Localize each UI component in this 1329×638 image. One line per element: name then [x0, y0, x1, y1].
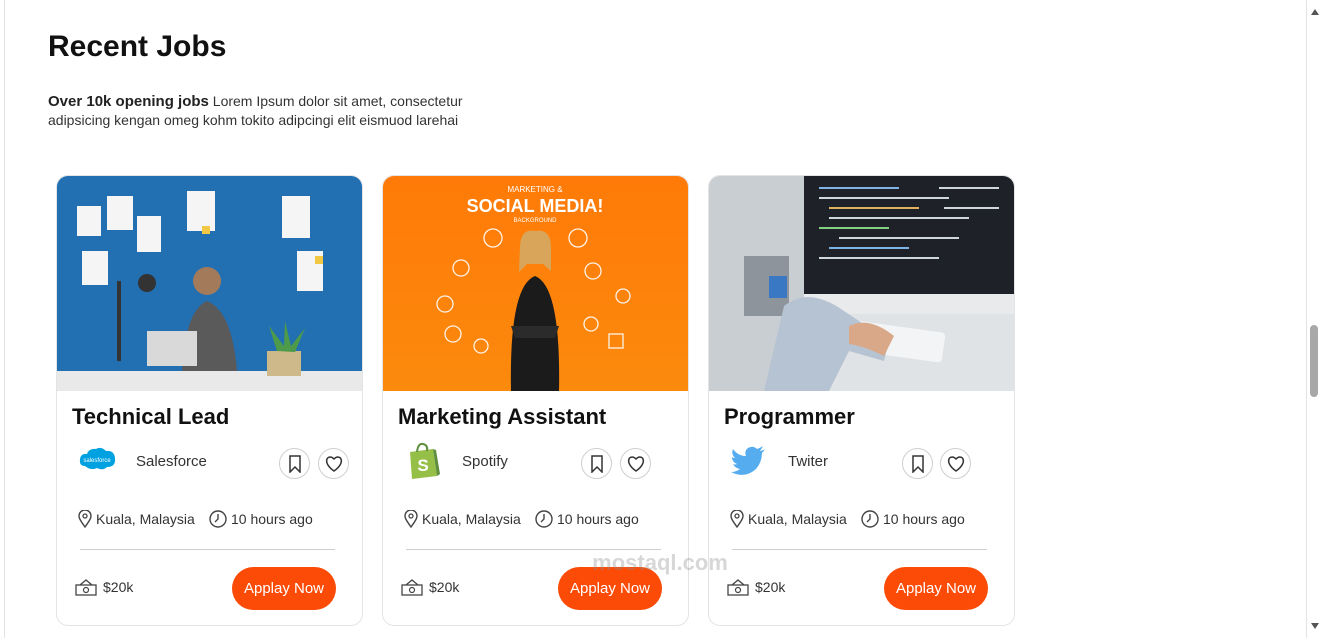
job-title[interactable]: Technical Lead [72, 404, 229, 430]
job-card[interactable]: MARKETING & SOCIAL MEDIA! BACKGROUND Mar… [382, 175, 689, 626]
intro-bold: Over 10k opening jobs [48, 93, 209, 110]
scrollbar[interactable] [1309, 0, 1329, 638]
job-salary: $20k [75, 578, 133, 596]
bookmark-icon [288, 454, 301, 473]
posted-text: 10 hours ago [883, 511, 965, 527]
job-posted-time: 10 hours ago [535, 510, 639, 528]
svg-text:salesforce: salesforce [83, 458, 111, 464]
salesforce-logo-icon: salesforce [77, 440, 117, 480]
image-caption-2: SOCIAL MEDIA! [467, 196, 604, 216]
scroll-up-arrow-icon[interactable] [1311, 9, 1319, 15]
twitter-bird-logo-icon [729, 440, 769, 480]
salary-icon [727, 579, 749, 596]
job-salary: $20k [727, 578, 785, 596]
section-intro: Over 10k opening jobs Lorem Ipsum dolor … [48, 92, 508, 129]
job-image: MARKETING & SOCIAL MEDIA! BACKGROUND [383, 176, 688, 391]
job-title[interactable]: Programmer [724, 404, 855, 430]
job-card[interactable]: Technical Lead salesforce Salesforce Kua… [56, 175, 363, 626]
clock-icon [535, 510, 553, 528]
job-posted-time: 10 hours ago [861, 510, 965, 528]
salary-text: $20k [429, 579, 460, 595]
card-divider [406, 549, 661, 550]
shopify-bag-logo-icon: S [403, 440, 443, 480]
job-card[interactable]: Programmer Twiter Kuala, Malaysia 10 hou… [708, 175, 1015, 626]
job-location: Kuala, Malaysia [78, 510, 195, 528]
location-pin-icon [404, 510, 418, 528]
card-divider [732, 549, 987, 550]
heart-icon [325, 455, 342, 472]
job-title[interactable]: Marketing Assistant [398, 404, 606, 430]
salary-icon [75, 579, 97, 596]
salary-icon [401, 579, 423, 596]
company-name: Twiter [788, 453, 829, 470]
favorite-button[interactable] [940, 448, 971, 479]
company-name: Spotify [462, 453, 508, 470]
location-text: Kuala, Malaysia [748, 511, 847, 527]
bookmark-button[interactable] [279, 448, 310, 479]
salary-text: $20k [755, 579, 786, 595]
bookmark-button[interactable] [902, 448, 933, 479]
location-text: Kuala, Malaysia [96, 511, 195, 527]
apply-now-button[interactable]: Applay Now [558, 567, 662, 610]
apply-now-button[interactable]: Applay Now [884, 567, 988, 610]
section-title: Recent Jobs [48, 30, 227, 63]
scroll-down-arrow-icon[interactable] [1311, 623, 1319, 629]
job-location: Kuala, Malaysia [730, 510, 847, 528]
job-salary: $20k [401, 578, 459, 596]
job-location: Kuala, Malaysia [404, 510, 521, 528]
svg-text:S: S [417, 456, 428, 475]
favorite-button[interactable] [620, 448, 651, 479]
job-image [57, 176, 362, 391]
posted-text: 10 hours ago [557, 511, 639, 527]
job-posted-time: 10 hours ago [209, 510, 313, 528]
job-image [709, 176, 1014, 391]
posted-text: 10 hours ago [231, 511, 313, 527]
apply-now-button[interactable]: Applay Now [232, 567, 336, 610]
image-caption-1: MARKETING & [507, 185, 563, 194]
bookmark-icon [911, 454, 924, 473]
card-divider [80, 549, 335, 550]
clock-icon [861, 510, 879, 528]
scrollbar-thumb[interactable] [1310, 325, 1318, 397]
clock-icon [209, 510, 227, 528]
location-pin-icon [78, 510, 92, 528]
location-text: Kuala, Malaysia [422, 511, 521, 527]
salary-text: $20k [103, 579, 134, 595]
bookmark-button[interactable] [581, 448, 612, 479]
favorite-button[interactable] [318, 448, 349, 479]
heart-icon [947, 455, 964, 472]
bookmark-icon [590, 454, 603, 473]
heart-icon [627, 455, 644, 472]
location-pin-icon [730, 510, 744, 528]
image-caption-3: BACKGROUND [513, 218, 557, 224]
company-name: Salesforce [136, 453, 207, 470]
